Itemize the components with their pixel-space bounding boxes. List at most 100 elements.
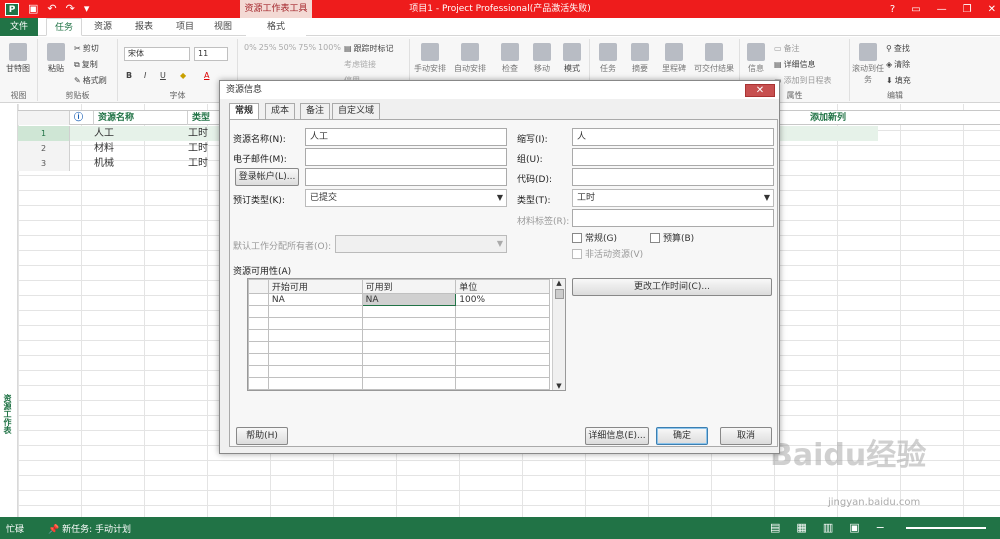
tab-file[interactable]: 文件 bbox=[0, 18, 38, 36]
generic-checkbox[interactable]: 常规(G) bbox=[572, 231, 617, 244]
resource-name-cell[interactable]: 人工 bbox=[94, 126, 114, 141]
underline-button[interactable]: U bbox=[160, 71, 166, 80]
availability-scrollbar[interactable]: ▲ ▼ bbox=[552, 279, 565, 390]
resource-name-field[interactable]: 人工 bbox=[305, 128, 507, 146]
font-color-button[interactable]: A bbox=[204, 71, 209, 80]
row-selector[interactable] bbox=[248, 341, 269, 354]
row-selector[interactable] bbox=[248, 329, 269, 342]
add-timeline-button[interactable]: ▬添加到日程表 bbox=[774, 75, 832, 86]
units-cell[interactable] bbox=[455, 341, 550, 354]
help-button[interactable]: 帮助(H) bbox=[236, 427, 288, 445]
task-button[interactable]: 任务 bbox=[594, 43, 622, 74]
tab-cost[interactable]: 成本 bbox=[265, 103, 296, 119]
available-to-cell[interactable] bbox=[361, 353, 457, 366]
change-working-time-button[interactable]: 更改工作时间(C)... bbox=[572, 278, 772, 296]
tab-notes[interactable]: 备注 bbox=[300, 103, 331, 119]
available-from-cell[interactable] bbox=[267, 329, 363, 342]
pct-75-button[interactable]: 75% bbox=[298, 43, 316, 52]
team-planner-icon[interactable]: ▥ bbox=[823, 521, 833, 534]
resource-sheet-view-icon[interactable]: ▣ bbox=[849, 521, 859, 534]
tab-project[interactable]: 项目 bbox=[168, 18, 202, 36]
availability-row[interactable] bbox=[248, 353, 550, 366]
initials-field[interactable]: 人 bbox=[572, 128, 774, 146]
gantt-button[interactable]: 甘特图 bbox=[4, 43, 32, 74]
row-selector[interactable] bbox=[248, 317, 269, 330]
font-name-select[interactable]: 宋体 bbox=[124, 47, 190, 61]
deliverable-button[interactable]: 可交付结果 bbox=[692, 43, 736, 74]
availability-row[interactable] bbox=[248, 305, 550, 318]
redo-icon[interactable]: ↷ bbox=[66, 0, 75, 18]
scroll-up-icon[interactable]: ▲ bbox=[553, 279, 565, 287]
save-icon[interactable]: ▣ bbox=[28, 0, 38, 18]
available-to-cell[interactable] bbox=[361, 377, 457, 390]
find-button[interactable]: ⚲ 查找 bbox=[886, 43, 910, 54]
availability-row[interactable]: NA NA 100% bbox=[248, 293, 550, 306]
units-cell[interactable] bbox=[455, 329, 550, 342]
available-to-cell[interactable] bbox=[361, 341, 457, 354]
tab-format[interactable]: 格式 bbox=[246, 18, 306, 36]
available-from-cell[interactable] bbox=[267, 341, 363, 354]
header-select-all[interactable] bbox=[18, 111, 70, 125]
budget-checkbox[interactable]: 预算(B) bbox=[650, 231, 694, 244]
table-row[interactable]: 3 机械 工时 bbox=[18, 156, 248, 171]
close-icon[interactable]: ✕ bbox=[988, 4, 996, 15]
resource-type-cell[interactable]: 工时 bbox=[188, 156, 208, 171]
availability-row[interactable] bbox=[248, 377, 550, 390]
code-field[interactable] bbox=[572, 168, 774, 186]
tab-task[interactable]: 任务 bbox=[46, 18, 82, 36]
pct-50-button[interactable]: 50% bbox=[278, 43, 296, 52]
available-from-cell[interactable] bbox=[267, 317, 363, 330]
gantt-view-icon[interactable]: ▤ bbox=[770, 521, 780, 534]
owner-select[interactable]: ▼ bbox=[335, 235, 507, 253]
ribbon-options-icon[interactable]: ▭ bbox=[911, 4, 920, 15]
dialog-close-button[interactable]: ✕ bbox=[745, 84, 775, 97]
units-cell[interactable] bbox=[455, 365, 550, 378]
header-resource-name[interactable]: 资源名称 bbox=[94, 111, 188, 125]
paste-button[interactable]: 粘贴 bbox=[42, 43, 70, 74]
available-to-cell[interactable] bbox=[361, 365, 457, 378]
bold-button[interactable]: B bbox=[126, 71, 132, 80]
notes-button[interactable]: ▭ 备注 bbox=[774, 43, 800, 54]
highlight-icon[interactable]: ◆ bbox=[180, 71, 186, 80]
task-usage-icon[interactable]: ▦ bbox=[796, 521, 806, 534]
manual-schedule-button[interactable]: 手动安排 bbox=[412, 43, 448, 74]
font-size-select[interactable]: 11 bbox=[194, 47, 228, 61]
availability-row[interactable] bbox=[248, 317, 550, 330]
resource-type-cell[interactable]: 工时 bbox=[188, 126, 208, 141]
help-icon[interactable]: ? bbox=[890, 4, 895, 15]
units-cell[interactable] bbox=[455, 305, 550, 318]
respect-links-button[interactable]: 考虑链接 bbox=[344, 59, 376, 70]
available-from-cell[interactable] bbox=[267, 353, 363, 366]
available-to-cell[interactable]: NA bbox=[361, 293, 457, 306]
pct-100-button[interactable]: 100% bbox=[318, 43, 341, 52]
table-row[interactable]: 2 材料 工时 bbox=[18, 141, 248, 156]
fill-button[interactable]: ⬇ 填充 bbox=[886, 75, 911, 86]
inspect-button[interactable]: 检查 bbox=[496, 43, 524, 74]
inactive-checkbox[interactable]: 非活动资源(V) bbox=[572, 247, 643, 260]
scroll-thumb[interactable] bbox=[554, 289, 564, 299]
italic-button[interactable]: I bbox=[144, 71, 146, 80]
undo-icon[interactable]: ↶ bbox=[47, 0, 56, 18]
available-from-cell[interactable] bbox=[267, 305, 363, 318]
information-button[interactable]: 信息 bbox=[742, 43, 770, 74]
availability-row[interactable] bbox=[248, 365, 550, 378]
cancel-button[interactable]: 取消 bbox=[720, 427, 772, 445]
scroll-down-icon[interactable]: ▼ bbox=[553, 382, 565, 390]
available-from-cell[interactable]: NA bbox=[267, 293, 363, 306]
row-selector[interactable] bbox=[248, 305, 269, 318]
tab-resource[interactable]: 资源 bbox=[86, 18, 120, 36]
tab-view[interactable]: 视图 bbox=[206, 18, 240, 36]
auto-schedule-button[interactable]: 自动安排 bbox=[452, 43, 488, 74]
zoom-out-icon[interactable]: − bbox=[876, 521, 885, 534]
row-selector[interactable] bbox=[248, 353, 269, 366]
format-painter-button[interactable]: ✎ 格式刷 bbox=[74, 75, 107, 86]
units-cell[interactable]: 100% bbox=[455, 293, 550, 306]
resource-name-cell[interactable]: 材料 bbox=[94, 141, 114, 156]
availability-row[interactable] bbox=[248, 341, 550, 354]
new-task-mode[interactable]: 📌 新任务: 手动计划 bbox=[48, 522, 131, 535]
group-field[interactable] bbox=[572, 148, 774, 166]
ok-button[interactable]: 确定 bbox=[656, 427, 708, 445]
tab-custom-fields[interactable]: 自定义域 bbox=[332, 103, 381, 119]
mode-button[interactable]: 模式 bbox=[558, 43, 586, 74]
available-to-cell[interactable] bbox=[361, 305, 457, 318]
